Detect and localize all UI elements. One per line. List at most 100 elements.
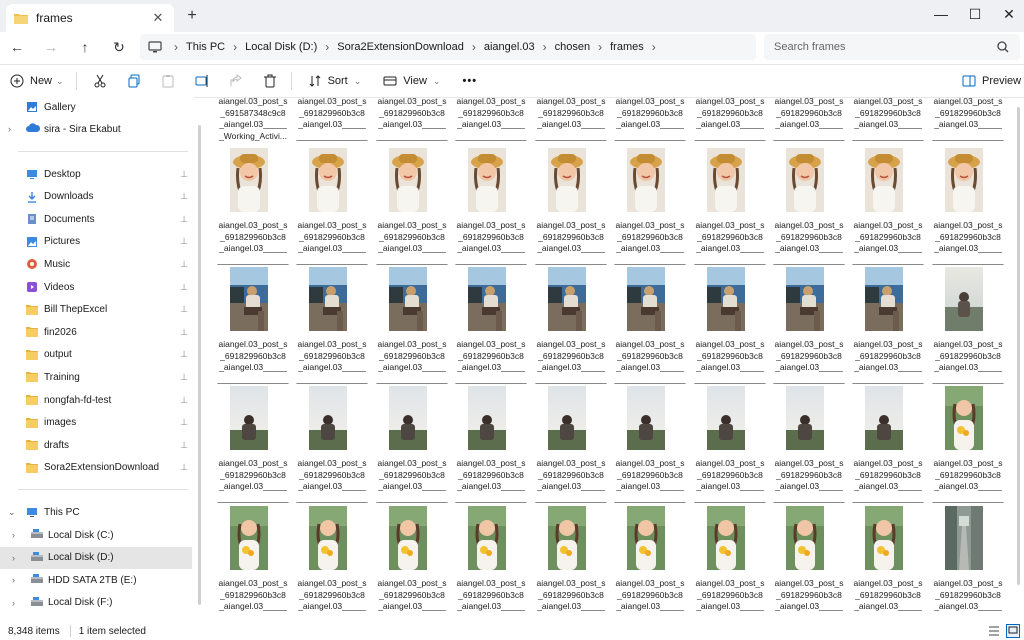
- pin-icon[interactable]: ⊥: [180, 417, 188, 428]
- file-item[interactable]: aiangel.03_post_s _691829960b3c8 _aiange…: [772, 148, 844, 265]
- crumb-local-disk-d[interactable]: Local Disk (D:): [245, 41, 317, 53]
- details-view-icon[interactable]: [988, 625, 1000, 637]
- up-button[interactable]: ↑: [74, 37, 96, 57]
- scroll-thumb[interactable]: [1017, 107, 1020, 585]
- sidebar-item-pictures[interactable]: Pictures ⊥: [0, 231, 192, 253]
- sidebar-item-videos[interactable]: Videos ⊥: [0, 276, 192, 298]
- share-button[interactable]: [229, 74, 243, 88]
- chevron-icon[interactable]: ›: [8, 124, 18, 134]
- maximize-button[interactable]: ☐: [960, 4, 990, 24]
- breadcrumb[interactable]: › This PC › Local Disk (D:) › Sora2Exten…: [140, 34, 756, 60]
- file-item[interactable]: aiangel.03_post_s _691829960b3c8 _aiange…: [851, 267, 923, 384]
- file-item[interactable]: aiangel.03_post_s _691829960b3c8 _aiange…: [375, 148, 447, 265]
- pin-icon[interactable]: ⊥: [180, 327, 188, 338]
- view-button[interactable]: View ⌄: [383, 74, 441, 88]
- forward-button[interactable]: →: [40, 37, 62, 57]
- file-item[interactable]: aiangel.03_post_s _691829960b3c8 _aiange…: [534, 386, 606, 503]
- file-item[interactable]: aiangel.03_post_s _691829960b3c8 _aiange…: [931, 267, 1003, 384]
- preview-button[interactable]: Preview: [962, 75, 1021, 87]
- file-item[interactable]: aiangel.03_post_s _691829960b3c8 _aiange…: [613, 506, 685, 622]
- file-item[interactable]: aiangel.03_post_s _691829960b3c8 _aiange…: [613, 148, 685, 265]
- file-item[interactable]: aiangel.03_post_s _691829960b3c8 _aiange…: [375, 386, 447, 503]
- sidebar-item-this-pc[interactable]: ⌄ This PC: [0, 501, 192, 523]
- file-item[interactable]: aiangel.03_post_s _691829960b3c8 _aiange…: [295, 267, 367, 384]
- sidebar-item-nongfah-fd-test[interactable]: nongfah-fd-test ⊥: [0, 389, 192, 411]
- sidebar-item-drive-0[interactable]: › Local Disk (C:): [0, 524, 192, 546]
- chevron-icon[interactable]: ›: [12, 553, 22, 563]
- crumb-frames[interactable]: frames: [610, 41, 644, 53]
- file-item[interactable]: aiangel.03_post_s _691829960b3c8 _aiange…: [216, 267, 288, 384]
- file-item[interactable]: aiangel.03_post_s _691829960b3c8 _aiange…: [693, 506, 765, 622]
- sidebar-item-training[interactable]: Training ⊥: [0, 366, 192, 388]
- pane-splitter[interactable]: [196, 97, 202, 622]
- cut-button[interactable]: [93, 74, 107, 88]
- file-item[interactable]: aiangel.03_post_s _691829960b3c8 _aiange…: [772, 267, 844, 384]
- file-item[interactable]: aiangel.03_post_s _691829960b3c8 _aiange…: [931, 506, 1003, 622]
- sidebar-item-drive-2[interactable]: › HDD SATA 2TB (E:): [0, 569, 192, 591]
- file-item[interactable]: aiangel.03_post_s _691829960b3c8 _aiange…: [772, 386, 844, 503]
- file-item[interactable]: aiangel.03_post_s _691829960b3c8 _aiange…: [693, 148, 765, 265]
- chevron-icon[interactable]: ›: [12, 530, 22, 540]
- pin-icon[interactable]: ⊥: [180, 169, 188, 180]
- file-item[interactable]: aiangel.03_post_s _691829960b3c8 _aiange…: [216, 506, 288, 622]
- file-item[interactable]: aiangel.03_post_s _691829960b3c8 _aiange…: [375, 267, 447, 384]
- pin-icon[interactable]: ⊥: [180, 236, 188, 247]
- file-item[interactable]: aiangel.03_post_s _691829960b3c8 _aiange…: [851, 386, 923, 503]
- pin-icon[interactable]: ⊥: [180, 440, 188, 451]
- file-item[interactable]: aiangel.03_post_s _691829960b3c8 _aiange…: [851, 506, 923, 622]
- crumb-aiangel[interactable]: aiangel.03: [484, 41, 535, 53]
- file-item[interactable]: aiangel.03_post_s _691829960b3c8 _aiange…: [454, 148, 526, 265]
- file-item[interactable]: aiangel.03_post_s _691829960b3c8 _aiange…: [454, 386, 526, 503]
- more-options-button[interactable]: •••: [463, 75, 478, 87]
- file-item[interactable]: aiangel.03_post_s _691829960b3c8 _aiange…: [216, 148, 288, 265]
- sidebar-item-output[interactable]: output ⊥: [0, 344, 192, 366]
- new-tab-button[interactable]: +: [182, 7, 202, 25]
- chevron-icon[interactable]: ⌄: [8, 507, 18, 518]
- pin-icon[interactable]: ⊥: [180, 282, 188, 293]
- sidebar-item-drive-3[interactable]: › Local Disk (F:): [0, 592, 192, 614]
- rename-button[interactable]: [195, 74, 209, 88]
- sidebar-item-bill-thepexcel[interactable]: Bill ThepExcel ⊥: [0, 299, 192, 321]
- delete-button[interactable]: [263, 74, 277, 88]
- file-item[interactable]: aiangel.03_post_s _691829960b3c8 _aiange…: [613, 386, 685, 503]
- minimize-button[interactable]: —: [926, 4, 956, 24]
- pin-icon[interactable]: ⊥: [180, 304, 188, 315]
- pin-icon[interactable]: ⊥: [180, 191, 188, 202]
- pin-icon[interactable]: ⊥: [180, 214, 188, 225]
- file-item[interactable]: aiangel.03_post_s _691829960b3c8 _aiange…: [851, 148, 923, 265]
- crumb-sora2[interactable]: Sora2ExtensionDownload: [337, 41, 464, 53]
- sidebar-item-music[interactable]: Music ⊥: [0, 253, 192, 275]
- content-scrollbar[interactable]: [1016, 97, 1022, 617]
- sidebar-item-drive-1[interactable]: › Local Disk (D:): [0, 546, 192, 569]
- back-button[interactable]: ←: [6, 37, 28, 57]
- search-input[interactable]: Search frames: [764, 34, 1020, 60]
- file-item[interactable]: aiangel.03_post_s _691829960b3c8 _aiange…: [534, 267, 606, 384]
- file-item[interactable]: aiangel.03_post_s _691829960b3c8 _aiange…: [454, 506, 526, 622]
- file-item[interactable]: aiangel.03_post_s _691829960b3c8 _aiange…: [295, 386, 367, 503]
- file-item[interactable]: aiangel.03_post_s _691829960b3c8 _aiange…: [295, 148, 367, 265]
- crumb-chosen[interactable]: chosen: [555, 41, 590, 53]
- sidebar-item-onedrive[interactable]: › sira - Sira Ekabut: [0, 118, 192, 140]
- file-item[interactable]: aiangel.03_post_s _691829960b3c8 _aiange…: [693, 267, 765, 384]
- tab-close-icon[interactable]: ✕: [148, 10, 168, 26]
- chevron-icon[interactable]: ›: [12, 575, 22, 585]
- file-item[interactable]: aiangel.03_post_s _691829960b3c8 _aiange…: [772, 506, 844, 622]
- sidebar-scrollbar[interactable]: [198, 125, 201, 605]
- file-item[interactable]: aiangel.03_post_s _691829960b3c8 _aiange…: [931, 148, 1003, 265]
- paste-button[interactable]: [161, 74, 175, 88]
- sidebar-item-images[interactable]: images ⊥: [0, 412, 192, 434]
- chevron-icon[interactable]: ›: [12, 598, 22, 608]
- copy-button[interactable]: [127, 74, 141, 88]
- file-item[interactable]: aiangel.03_post_s _691829960b3c8 _aiange…: [534, 506, 606, 622]
- sidebar-item-desktop[interactable]: Desktop ⊥: [0, 163, 192, 185]
- file-item[interactable]: aiangel.03_post_s _691829960b3c8 _aiange…: [295, 506, 367, 622]
- sidebar-item-gallery[interactable]: Gallery: [0, 96, 192, 118]
- file-item[interactable]: aiangel.03_post_s _691829960b3c8 _aiange…: [216, 386, 288, 503]
- new-button[interactable]: New ⌄: [10, 74, 64, 88]
- file-item[interactable]: aiangel.03_post_s _691829960b3c8 _aiange…: [613, 267, 685, 384]
- file-item[interactable]: aiangel.03_post_s _691829960b3c8 _aiange…: [375, 506, 447, 622]
- sidebar-item-fin2026[interactable]: fin2026 ⊥: [0, 321, 192, 343]
- pin-icon[interactable]: ⊥: [180, 259, 188, 270]
- file-item[interactable]: aiangel.03_post_s _691829960b3c8 _aiange…: [534, 148, 606, 265]
- sidebar-item-documents[interactable]: Documents ⊥: [0, 208, 192, 230]
